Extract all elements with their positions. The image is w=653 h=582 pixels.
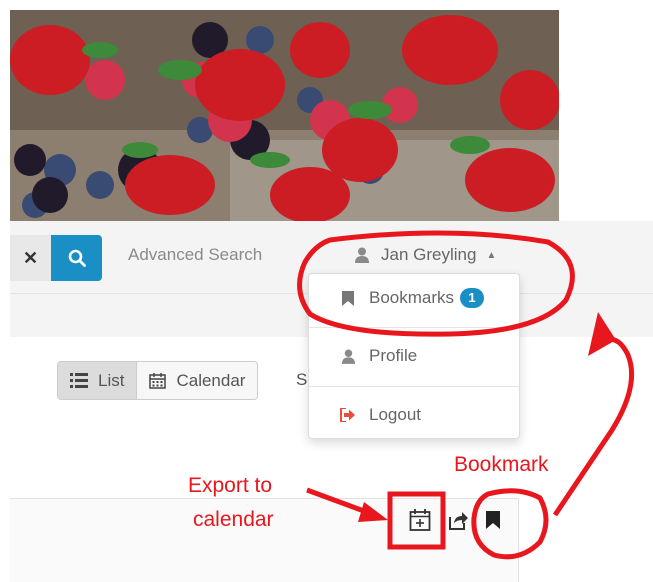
bookmark-icon — [337, 290, 359, 306]
list-icon — [70, 373, 88, 388]
dropdown-divider — [309, 386, 519, 387]
dropdown-item-logout[interactable]: Logout — [309, 395, 519, 435]
bookmark-button[interactable] — [482, 507, 504, 533]
user-icon — [355, 247, 369, 263]
user-name: Jan Greyling — [381, 245, 477, 264]
export-calendar-button[interactable] — [408, 507, 432, 533]
share-button[interactable] — [446, 507, 470, 533]
user-menu-toggle[interactable]: Jan Greyling ▲ — [355, 245, 496, 265]
annotation-export-line2: calendar — [193, 508, 274, 531]
share-icon — [449, 512, 468, 530]
view-toggle: List Calendar — [57, 361, 259, 400]
clear-search-button[interactable]: ✕ — [10, 235, 51, 281]
bookmark-icon — [486, 511, 500, 529]
dropdown-divider — [309, 327, 519, 328]
list-view-button[interactable]: List — [58, 362, 137, 399]
calendar-view-label: Calendar — [176, 370, 246, 390]
close-icon: ✕ — [22, 247, 39, 268]
advanced-search-link[interactable]: Advanced Search — [128, 245, 262, 265]
annotation-bookmark: Bookmark — [454, 453, 549, 476]
dropdown-profile-label: Profile — [369, 346, 418, 365]
search-icon — [68, 249, 86, 267]
user-icon — [337, 349, 359, 364]
partial-label[interactable]: S — [296, 370, 307, 390]
calendar-icon — [149, 372, 167, 389]
list-view-label: List — [98, 370, 125, 390]
bookmark-count-badge: 1 — [460, 288, 485, 308]
calendar-plus-icon — [409, 509, 431, 531]
calendar-view-button[interactable]: Calendar — [136, 362, 258, 399]
dropdown-logout-label: Logout — [369, 405, 421, 424]
annotation-export-line1: Export to — [188, 474, 273, 497]
hero-image — [10, 10, 559, 221]
sign-out-icon — [337, 408, 359, 422]
caret-up-icon: ▲ — [486, 249, 497, 261]
user-dropdown-menu: Bookmarks 1 Profile Logout — [308, 273, 520, 439]
annotation-curve — [552, 336, 635, 517]
dropdown-item-profile[interactable]: Profile — [309, 336, 519, 376]
dropdown-bookmarks-label: Bookmarks — [369, 288, 455, 307]
dropdown-item-bookmarks[interactable]: Bookmarks 1 — [309, 278, 519, 318]
search-button[interactable] — [51, 235, 102, 281]
